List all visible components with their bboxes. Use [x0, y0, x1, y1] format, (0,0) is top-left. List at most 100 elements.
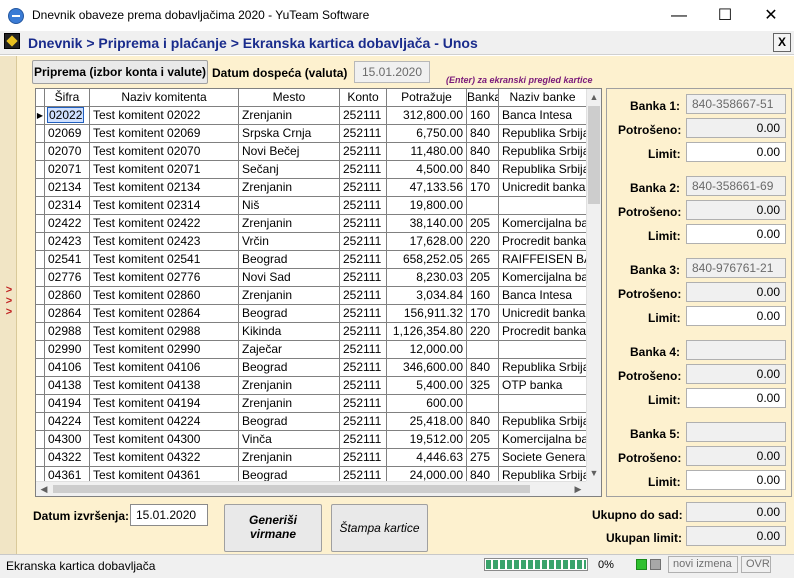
table-cell[interactable]: [467, 341, 499, 358]
expand-arrows-icon[interactable]: > > >: [3, 285, 15, 318]
table-cell[interactable]: 04138: [45, 377, 90, 394]
table-cell[interactable]: 840: [467, 161, 499, 178]
table-cell[interactable]: Republika Srbija: [499, 413, 586, 430]
table-row[interactable]: 04138 Test komitent 04138 Zrenjanin 252111 5…: [36, 377, 586, 395]
table-cell[interactable]: Test komitent 02069: [90, 125, 239, 142]
table-cell[interactable]: 8,230.03: [387, 269, 467, 286]
table-cell[interactable]: Test komitent 04194: [90, 395, 239, 412]
generisi-virmane-button[interactable]: Generiši virmane: [224, 504, 322, 552]
table-cell[interactable]: Komercijalna banka: [499, 431, 586, 448]
table-cell[interactable]: 252111: [340, 395, 387, 412]
table-row[interactable]: 02860 Test komitent 02860 Zrenjanin 252111 3…: [36, 287, 586, 305]
suppliers-grid[interactable]: Šifra Naziv komitenta Mesto Konto Potražuje B…: [35, 88, 602, 497]
table-cell[interactable]: 04194: [45, 395, 90, 412]
table-cell[interactable]: 170: [467, 179, 499, 196]
table-cell[interactable]: Procredit banka: [499, 233, 586, 250]
table-cell[interactable]: 12,000.00: [387, 341, 467, 358]
table-cell[interactable]: Test komitent 04300: [90, 431, 239, 448]
table-cell[interactable]: 220: [467, 323, 499, 340]
table-cell[interactable]: 5,400.00: [387, 377, 467, 394]
column-header[interactable]: Mesto: [239, 89, 340, 107]
table-row[interactable]: ▶ 02022 Test komitent 02022 Zrenjanin 252111…: [36, 107, 586, 125]
table-cell[interactable]: 205: [467, 269, 499, 286]
table-cell[interactable]: 252111: [340, 251, 387, 268]
table-cell[interactable]: 252111: [340, 413, 387, 430]
table-cell[interactable]: 04322: [45, 449, 90, 466]
table-cell[interactable]: 02069: [45, 125, 90, 142]
table-row[interactable]: 04106 Test komitent 04106 Beograd 252111 346…: [36, 359, 586, 377]
table-cell[interactable]: [499, 197, 586, 214]
table-cell[interactable]: Beograd: [239, 251, 340, 268]
table-cell[interactable]: 840: [467, 143, 499, 160]
table-cell[interactable]: Beograd: [239, 413, 340, 430]
bank-limit-input[interactable]: 0.00: [686, 142, 786, 162]
table-cell[interactable]: 3,034.84: [387, 287, 467, 304]
table-cell[interactable]: 840: [467, 359, 499, 376]
table-cell[interactable]: 38,140.00: [387, 215, 467, 232]
table-cell[interactable]: Beograd: [239, 359, 340, 376]
table-cell[interactable]: Zrenjanin: [239, 449, 340, 466]
table-cell[interactable]: 160: [467, 287, 499, 304]
column-header[interactable]: Naziv komitenta: [90, 89, 239, 107]
table-cell[interactable]: 252111: [340, 107, 387, 124]
table-row[interactable]: 02314 Test komitent 02314 Niš 252111 19,800.…: [36, 197, 586, 215]
table-cell[interactable]: Test komitent 04224: [90, 413, 239, 430]
table-cell[interactable]: Republika Srbija: [499, 143, 586, 160]
table-cell[interactable]: Test komitent 02423: [90, 233, 239, 250]
table-cell[interactable]: [467, 197, 499, 214]
table-row[interactable]: 02864 Test komitent 02864 Beograd 252111 156…: [36, 305, 586, 323]
bank-limit-input[interactable]: 0.00: [686, 470, 786, 490]
table-cell[interactable]: Republika Srbija: [499, 359, 586, 376]
table-cell[interactable]: 840: [467, 413, 499, 430]
table-cell[interactable]: Novi Bečej: [239, 143, 340, 160]
table-cell[interactable]: Zrenjanin: [239, 215, 340, 232]
scroll-right-icon[interactable]: ▶: [570, 481, 586, 496]
table-cell[interactable]: 252111: [340, 323, 387, 340]
table-row[interactable]: 04224 Test komitent 04224 Beograd 252111 25,…: [36, 413, 586, 431]
table-cell[interactable]: Vrčin: [239, 233, 340, 250]
column-header[interactable]: Šifra: [45, 89, 90, 107]
table-cell[interactable]: 02860: [45, 287, 90, 304]
table-cell[interactable]: [467, 395, 499, 412]
table-row[interactable]: 02423 Test komitent 02423 Vrčin 252111 17,62…: [36, 233, 586, 251]
table-cell[interactable]: 04106: [45, 359, 90, 376]
table-row[interactable]: 02069 Test komitent 02069 Srpska Crnja 2521…: [36, 125, 586, 143]
table-cell[interactable]: 170: [467, 305, 499, 322]
stampa-kartice-button[interactable]: Štampa kartice: [331, 504, 428, 552]
table-cell[interactable]: [499, 395, 586, 412]
table-cell[interactable]: 4,500.00: [387, 161, 467, 178]
table-cell[interactable]: Procredit banka: [499, 323, 586, 340]
datum-dospeca-field[interactable]: 15.01.2020: [354, 61, 430, 83]
table-cell[interactable]: 19,800.00: [387, 197, 467, 214]
table-cell[interactable]: 275: [467, 449, 499, 466]
table-cell[interactable]: 252111: [340, 143, 387, 160]
table-cell[interactable]: Zrenjanin: [239, 377, 340, 394]
table-cell[interactable]: 205: [467, 431, 499, 448]
table-row[interactable]: 02070 Test komitent 02070 Novi Bečej 252111…: [36, 143, 586, 161]
table-cell[interactable]: OTP banka: [499, 377, 586, 394]
table-cell[interactable]: Komercijalna banka: [499, 215, 586, 232]
bank-account-field[interactable]: [686, 422, 786, 442]
table-cell[interactable]: 02070: [45, 143, 90, 160]
table-cell[interactable]: Niš: [239, 197, 340, 214]
table-cell[interactable]: Test komitent 02864: [90, 305, 239, 322]
table-cell[interactable]: Test komitent 02422: [90, 215, 239, 232]
table-cell[interactable]: 02134: [45, 179, 90, 196]
table-cell[interactable]: 02988: [45, 323, 90, 340]
table-cell[interactable]: 160: [467, 107, 499, 124]
bank-limit-input[interactable]: 0.00: [686, 306, 786, 326]
column-header[interactable]: Konto: [340, 89, 387, 107]
table-cell[interactable]: Test komitent 02776: [90, 269, 239, 286]
table-cell[interactable]: 6,750.00: [387, 125, 467, 142]
table-cell[interactable]: Test komitent 04138: [90, 377, 239, 394]
table-cell[interactable]: 325: [467, 377, 499, 394]
table-cell[interactable]: 11,480.00: [387, 143, 467, 160]
table-row[interactable]: 02134 Test komitent 02134 Zrenjanin 252111 4…: [36, 179, 586, 197]
table-cell[interactable]: 252111: [340, 305, 387, 322]
table-cell[interactable]: 252111: [340, 233, 387, 250]
table-cell[interactable]: Test komitent 02860: [90, 287, 239, 304]
table-cell[interactable]: Test komitent 02022: [90, 107, 239, 124]
table-cell[interactable]: 25,418.00: [387, 413, 467, 430]
table-cell[interactable]: 252111: [340, 431, 387, 448]
table-cell[interactable]: Srpska Crnja: [239, 125, 340, 142]
